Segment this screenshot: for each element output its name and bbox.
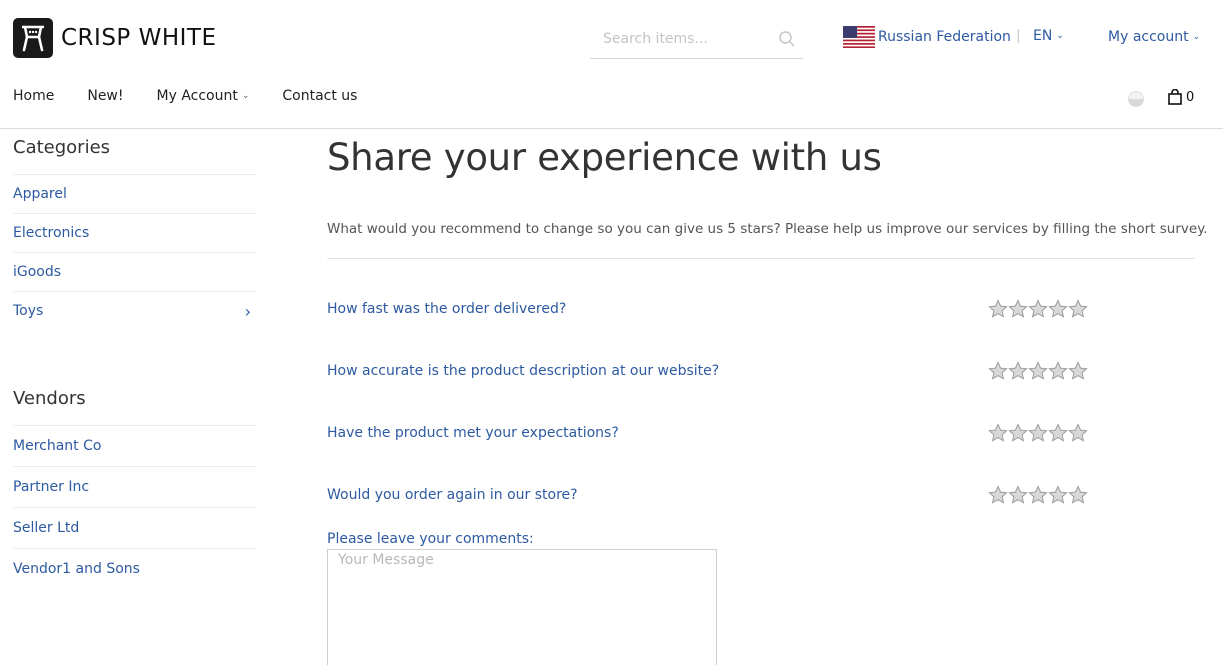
star-icon[interactable] <box>1068 361 1088 381</box>
star-icon[interactable] <box>1028 299 1048 319</box>
star-icon[interactable] <box>1008 423 1028 443</box>
star-icon[interactable] <box>1048 361 1068 381</box>
shopping-bag-icon <box>1168 89 1182 105</box>
sidebar: Categories Apparel Electronics iGoods To… <box>13 129 256 589</box>
star-icon[interactable] <box>988 485 1008 505</box>
vendors-section: Vendors Merchant Co Partner Inc Seller L… <box>13 388 256 589</box>
divider: | <box>1016 28 1021 44</box>
star-icon[interactable] <box>1028 423 1048 443</box>
star-icon[interactable] <box>988 361 1008 381</box>
question-label: How accurate is the product description … <box>327 363 720 379</box>
search-bar <box>590 22 803 59</box>
site-header: CRISP WHITE Russian Federation <box>0 0 1223 129</box>
star-rating[interactable] <box>988 485 1088 505</box>
language-selector[interactable]: EN ⌄ <box>1033 28 1064 44</box>
survey-question: Would you order again in our store? <box>327 485 1195 509</box>
question-label: Would you order again in our store? <box>327 487 578 503</box>
my-account-label: My account <box>1108 29 1189 45</box>
category-toys-label: Toys <box>13 303 44 319</box>
nav-my-account[interactable]: My Account ⌄ <box>157 88 250 104</box>
chevron-down-icon: ⌄ <box>241 91 250 101</box>
comment-textarea[interactable] <box>327 549 717 665</box>
star-rating[interactable] <box>988 361 1088 381</box>
star-icon[interactable] <box>1008 299 1028 319</box>
nav-my-account-label: My Account <box>156 88 238 104</box>
category-toys[interactable]: Toys › <box>13 291 256 330</box>
main-nav: Home New! My Account ⌄ Contact us <box>13 88 390 104</box>
search-icon[interactable] <box>778 30 796 52</box>
survey-question: Have the product met your expectations? <box>327 423 1195 447</box>
star-icon[interactable] <box>1008 485 1028 505</box>
survey-main: Share your experience with us What would… <box>327 129 1208 665</box>
category-apparel[interactable]: Apparel <box>13 174 256 213</box>
chevron-right-icon[interactable]: › <box>245 292 251 331</box>
nav-contact-us[interactable]: Contact us <box>282 88 357 104</box>
survey-question: How accurate is the product description … <box>327 361 1195 385</box>
page-title: Share your experience with us <box>327 136 882 179</box>
star-icon[interactable] <box>1068 485 1088 505</box>
us-flag-icon <box>843 26 875 48</box>
survey-intro: What would you recommend to change so yo… <box>327 221 1208 259</box>
vendor-vendor1-and-sons[interactable]: Vendor1 and Sons <box>13 548 256 589</box>
brand-name: CRISP WHITE <box>61 25 217 51</box>
question-label: How fast was the order delivered? <box>327 301 567 317</box>
star-icon[interactable] <box>1028 361 1048 381</box>
star-icon[interactable] <box>1048 485 1068 505</box>
star-rating[interactable] <box>988 299 1088 319</box>
compare-icon[interactable] <box>1127 90 1145 112</box>
star-icon[interactable] <box>1028 485 1048 505</box>
star-icon[interactable] <box>988 299 1008 319</box>
my-account-menu[interactable]: My account ⌄ <box>1108 29 1200 45</box>
star-icon[interactable] <box>1048 299 1068 319</box>
star-icon[interactable] <box>1068 423 1088 443</box>
star-icon[interactable] <box>1068 299 1088 319</box>
nav-home[interactable]: Home <box>13 88 54 104</box>
chevron-down-icon: ⌄ <box>1056 31 1064 41</box>
question-label: Have the product met your expectations? <box>327 425 619 441</box>
cart-count: 0 <box>1186 89 1195 105</box>
cart[interactable]: 0 <box>1168 89 1194 105</box>
category-igoods[interactable]: iGoods <box>13 252 256 291</box>
star-icon[interactable] <box>1008 361 1028 381</box>
comment-label: Please leave your comments: <box>327 531 534 547</box>
category-electronics[interactable]: Electronics <box>13 213 256 252</box>
search-input[interactable] <box>603 28 773 50</box>
star-icon[interactable] <box>988 423 1008 443</box>
categories-heading: Categories <box>13 137 111 158</box>
store-logo-icon <box>13 18 53 58</box>
survey-question: How fast was the order delivered? <box>327 299 1195 323</box>
vendors-heading: Vendors <box>13 388 86 409</box>
country-selector[interactable]: Russian Federation <box>843 26 1011 48</box>
vendor-seller-ltd[interactable]: Seller Ltd <box>13 507 256 548</box>
star-icon[interactable] <box>1048 423 1068 443</box>
vendor-merchant-co[interactable]: Merchant Co <box>13 425 256 466</box>
chevron-down-icon: ⌄ <box>1192 32 1201 42</box>
star-rating[interactable] <box>988 423 1088 443</box>
nav-new[interactable]: New! <box>87 88 123 104</box>
vendor-partner-inc[interactable]: Partner Inc <box>13 466 256 507</box>
language-label: EN <box>1033 28 1053 44</box>
logo[interactable]: CRISP WHITE <box>13 18 217 58</box>
country-label: Russian Federation <box>878 29 1011 45</box>
